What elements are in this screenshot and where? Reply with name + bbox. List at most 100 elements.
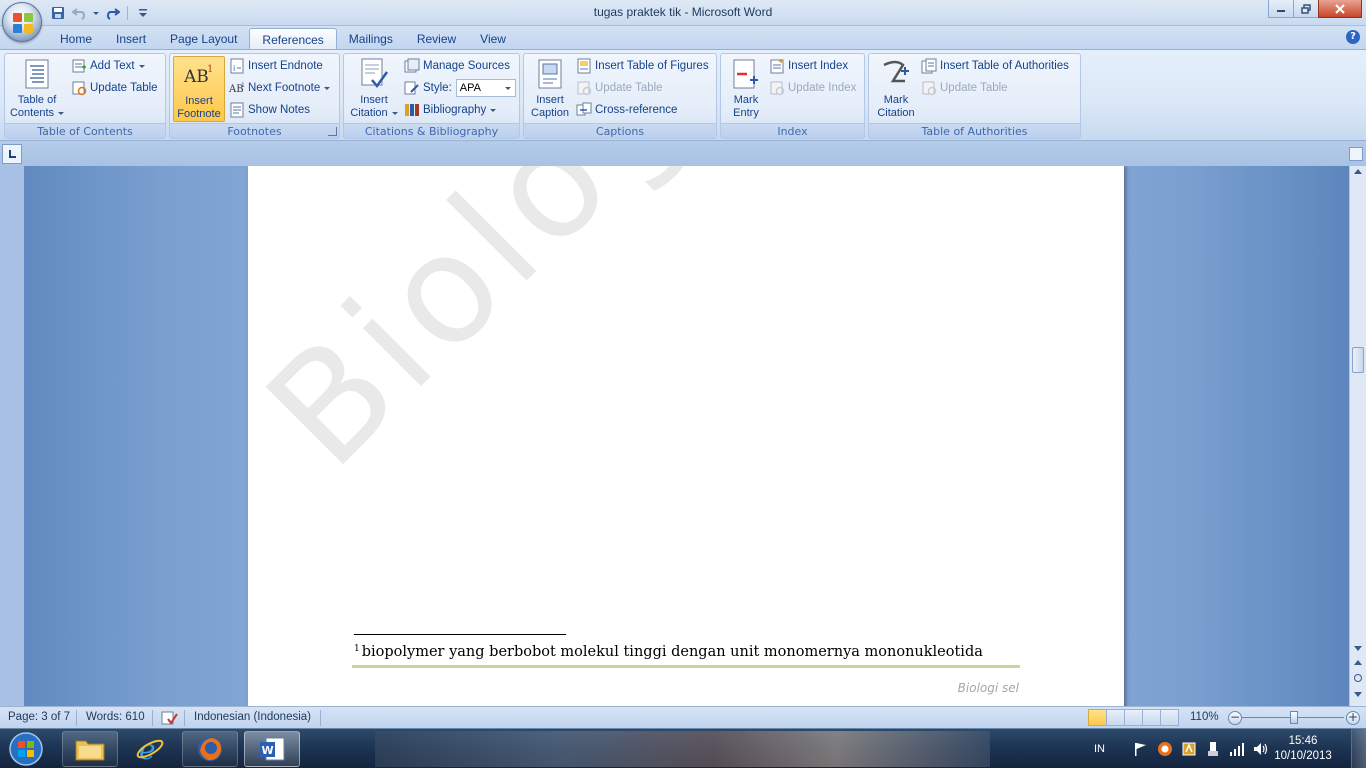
view-ruler-button[interactable]	[1349, 147, 1363, 161]
draft-view-button[interactable]	[1160, 709, 1179, 726]
update-table-icon	[577, 81, 592, 96]
tab-review[interactable]: Review	[405, 28, 468, 50]
office-button[interactable]	[2, 2, 42, 42]
tab-references[interactable]: References	[249, 28, 337, 50]
group-table-of-authorities: Mark Citation Insert Table of Authoritie…	[868, 53, 1081, 139]
taskbar-internet-explorer-button[interactable]: e	[122, 731, 178, 767]
tab-mailings[interactable]: Mailings	[337, 28, 405, 50]
footer-text: Biologi sel	[957, 681, 1019, 695]
svg-text:W: W	[262, 744, 274, 757]
ribbon-tabs: Home Insert Page Layout References Maili…	[48, 28, 518, 50]
mark-entry-icon	[733, 59, 758, 89]
next-page-icon[interactable]	[1354, 692, 1362, 697]
watermark: Biologi sel	[248, 166, 962, 500]
previous-page-icon[interactable]	[1354, 660, 1362, 665]
proofing-icon[interactable]	[160, 710, 178, 726]
show-desktop-button[interactable]	[1351, 729, 1366, 768]
status-separator	[152, 710, 153, 726]
antivirus-icon[interactable]	[1157, 741, 1173, 757]
update-table-authorities-button[interactable]: Update Table	[921, 78, 1008, 98]
footnotes-dialog-launcher[interactable]	[328, 127, 337, 136]
taskbar-firefox-button[interactable]	[182, 731, 238, 767]
add-text-label: Add Text	[90, 60, 135, 72]
citation-style-select[interactable]: APA	[455, 79, 516, 97]
document-page[interactable]: Biologi sel 1biopolymer yang berbobot mo…	[248, 166, 1124, 706]
cross-reference-button[interactable]: Cross-reference	[576, 100, 677, 120]
view-buttons	[1088, 709, 1179, 726]
tray-app-icon[interactable]	[1181, 741, 1197, 757]
vertical-scrollbar[interactable]	[1349, 166, 1366, 706]
footnote[interactable]: 1 biopolymer yang berbobot molekul tinggi…	[354, 644, 983, 660]
usb-device-icon[interactable]	[1205, 741, 1221, 757]
scroll-up-icon[interactable]	[1354, 169, 1362, 174]
insert-caption-button[interactable]: Insert Caption	[527, 56, 573, 122]
network-signal-icon[interactable]	[1229, 741, 1245, 757]
footer-rule	[352, 665, 1020, 668]
next-footnote-button[interactable]: AB 1 Next Footnote	[229, 78, 331, 98]
mark-citation-button[interactable]: Mark Citation	[872, 56, 920, 122]
manage-sources-button[interactable]: Manage Sources	[404, 56, 510, 76]
zoom-level[interactable]: 110%	[1190, 711, 1219, 723]
style-label: Style:	[423, 82, 452, 94]
footnote-separator	[354, 634, 566, 635]
group-label-citations: Citations & Bibliography	[344, 123, 519, 138]
select-browse-object-icon[interactable]	[1354, 674, 1362, 682]
update-table-captions-button[interactable]: Update Table	[576, 78, 663, 98]
folder-icon	[75, 740, 105, 761]
insert-footnote-button[interactable]: AB 1 Insert Footnote	[173, 56, 225, 122]
next-footnote-icon: AB1	[229, 82, 245, 95]
add-text-button[interactable]: Add Text	[71, 56, 145, 76]
scroll-down-icon[interactable]	[1354, 646, 1362, 651]
tab-selector-button[interactable]	[2, 144, 22, 164]
insert-endnote-button[interactable]: i Insert Endnote	[229, 56, 323, 76]
bibliography-button[interactable]: Bibliography	[404, 100, 497, 120]
restore-icon	[1301, 3, 1311, 14]
start-button[interactable]	[3, 730, 49, 768]
group-citations-bibliography: Insert Citation Manage Sources Style: AP…	[343, 53, 520, 139]
add-text-icon	[72, 59, 86, 73]
print-layout-view-button[interactable]	[1088, 709, 1107, 726]
minimize-button[interactable]	[1268, 0, 1294, 18]
close-button[interactable]	[1318, 0, 1362, 18]
help-icon[interactable]: ?	[1346, 30, 1360, 44]
tab-view[interactable]: View	[468, 28, 518, 50]
table-of-contents-button[interactable]: Table of Contents	[8, 56, 66, 122]
zoom-slider-thumb[interactable]	[1290, 711, 1298, 724]
mark-entry-button[interactable]: Mark Entry	[724, 56, 768, 122]
show-notes-icon	[230, 102, 244, 118]
update-table-toc-button[interactable]: Update Table	[71, 78, 158, 98]
insert-table-of-authorities-button[interactable]: Insert Table of Authorities	[921, 56, 1069, 76]
full-screen-reading-view-button[interactable]	[1106, 709, 1125, 726]
web-layout-view-button[interactable]	[1124, 709, 1143, 726]
show-notes-button[interactable]: Show Notes	[229, 100, 310, 120]
scrollbar-thumb[interactable]	[1352, 347, 1364, 373]
mark-citation-line1: Mark	[883, 94, 909, 106]
outline-view-button[interactable]	[1142, 709, 1161, 726]
input-language-indicator[interactable]: IN	[1094, 743, 1105, 755]
page-count[interactable]: Page: 3 of 7	[8, 711, 70, 723]
taskbar-explorer-button[interactable]	[62, 731, 118, 767]
language-indicator[interactable]: Indonesian (Indonesia)	[194, 711, 311, 723]
taskbar-word-button[interactable]: W	[244, 731, 300, 767]
insert-footnote-line1: Insert	[185, 95, 213, 107]
tab-insert[interactable]: Insert	[104, 28, 158, 50]
zoom-in-button[interactable]: +	[1346, 711, 1360, 725]
action-center-flag-icon[interactable]	[1133, 741, 1149, 757]
tab-home[interactable]: Home	[48, 28, 104, 50]
restore-button[interactable]	[1293, 0, 1319, 18]
update-index-button[interactable]: Update Index	[769, 78, 856, 98]
insert-citation-button[interactable]: Insert Citation	[347, 56, 401, 122]
group-table-of-contents: Table of Contents Add Text Update Table …	[4, 53, 166, 139]
insert-table-of-figures-button[interactable]: Insert Table of Figures	[576, 56, 709, 76]
update-table-toc-label: Update Table	[90, 82, 158, 94]
show-notes-label: Show Notes	[248, 104, 311, 116]
status-separator	[184, 710, 185, 726]
tab-page-layout[interactable]: Page Layout	[158, 28, 249, 50]
zoom-out-button[interactable]: −	[1228, 711, 1242, 725]
word-count[interactable]: Words: 610	[86, 711, 145, 723]
insert-index-button[interactable]: Insert Index	[769, 56, 848, 76]
mark-entry-line2: Entry	[733, 107, 759, 119]
volume-icon[interactable]	[1253, 741, 1269, 757]
system-clock[interactable]: 15:46 10/10/2013	[1270, 734, 1336, 764]
toc-label-line1: Table of	[17, 94, 57, 106]
